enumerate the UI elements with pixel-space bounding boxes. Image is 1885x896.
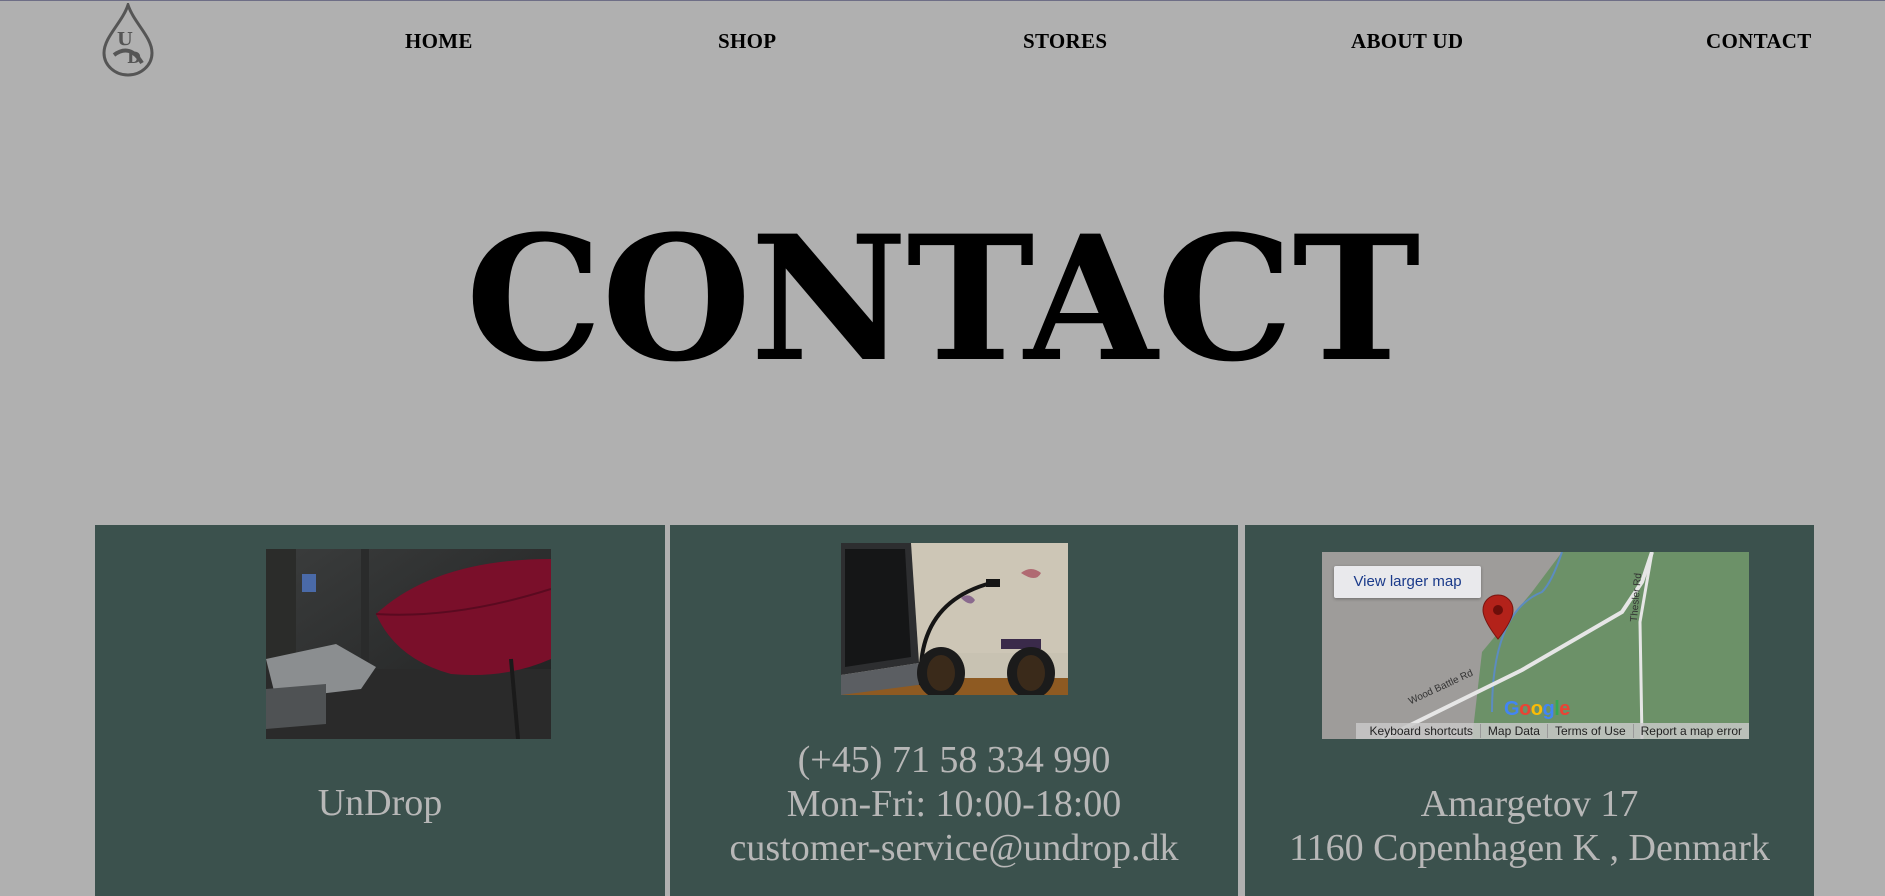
company-name: UnDrop [317,782,443,824]
city-address: 1160 Copenhagen K , Denmark [1289,827,1770,869]
nav-shop[interactable]: SHOP [718,29,776,54]
company-panel: UnDrop [95,525,665,896]
map-data-link[interactable]: Map Data [1479,724,1547,738]
report-map-error-link[interactable]: Report a map error [1632,724,1749,738]
service-panel: (+45) 71 58 334 990 Mon-Fri: 10:00-18:00… [670,525,1238,896]
terms-of-use-link[interactable]: Terms of Use [1546,724,1633,738]
svg-text:U: U [117,29,133,50]
google-logo: Google [1504,698,1570,720]
headphones-laptop-desk-photo [841,543,1068,695]
keyboard-shortcuts-link[interactable]: Keyboard shortcuts [1363,724,1480,738]
red-umbrella-rain-photo [266,549,551,739]
embedded-map[interactable]: View larger map Wood Battle Rd Thesler R… [1322,552,1749,739]
nav-contact[interactable]: CONTACT [1706,29,1812,54]
email-address[interactable]: customer-service@undrop.dk [670,826,1238,870]
nav-home[interactable]: HOME [405,29,473,54]
nav-stores[interactable]: STORES [1023,29,1107,54]
view-larger-map-button[interactable]: View larger map [1334,566,1481,598]
nav-about-ud[interactable]: ABOUT UD [1351,29,1463,54]
street-address: Amargetov 17 [1420,783,1639,825]
phone-number: (+45) 71 58 334 990 [797,739,1111,781]
map-pin-icon[interactable] [1482,594,1514,640]
page-title: CONTACT [465,197,1421,400]
drop-ud-logo-icon[interactable]: U D [100,3,156,77]
map-footer: Keyboard shortcuts Map Data Terms of Use… [1356,723,1749,739]
svg-text:D: D [127,48,141,67]
opening-hours: Mon-Fri: 10:00-18:00 [786,783,1122,825]
location-panel: View larger map Wood Battle Rd Thesler R… [1245,525,1814,896]
